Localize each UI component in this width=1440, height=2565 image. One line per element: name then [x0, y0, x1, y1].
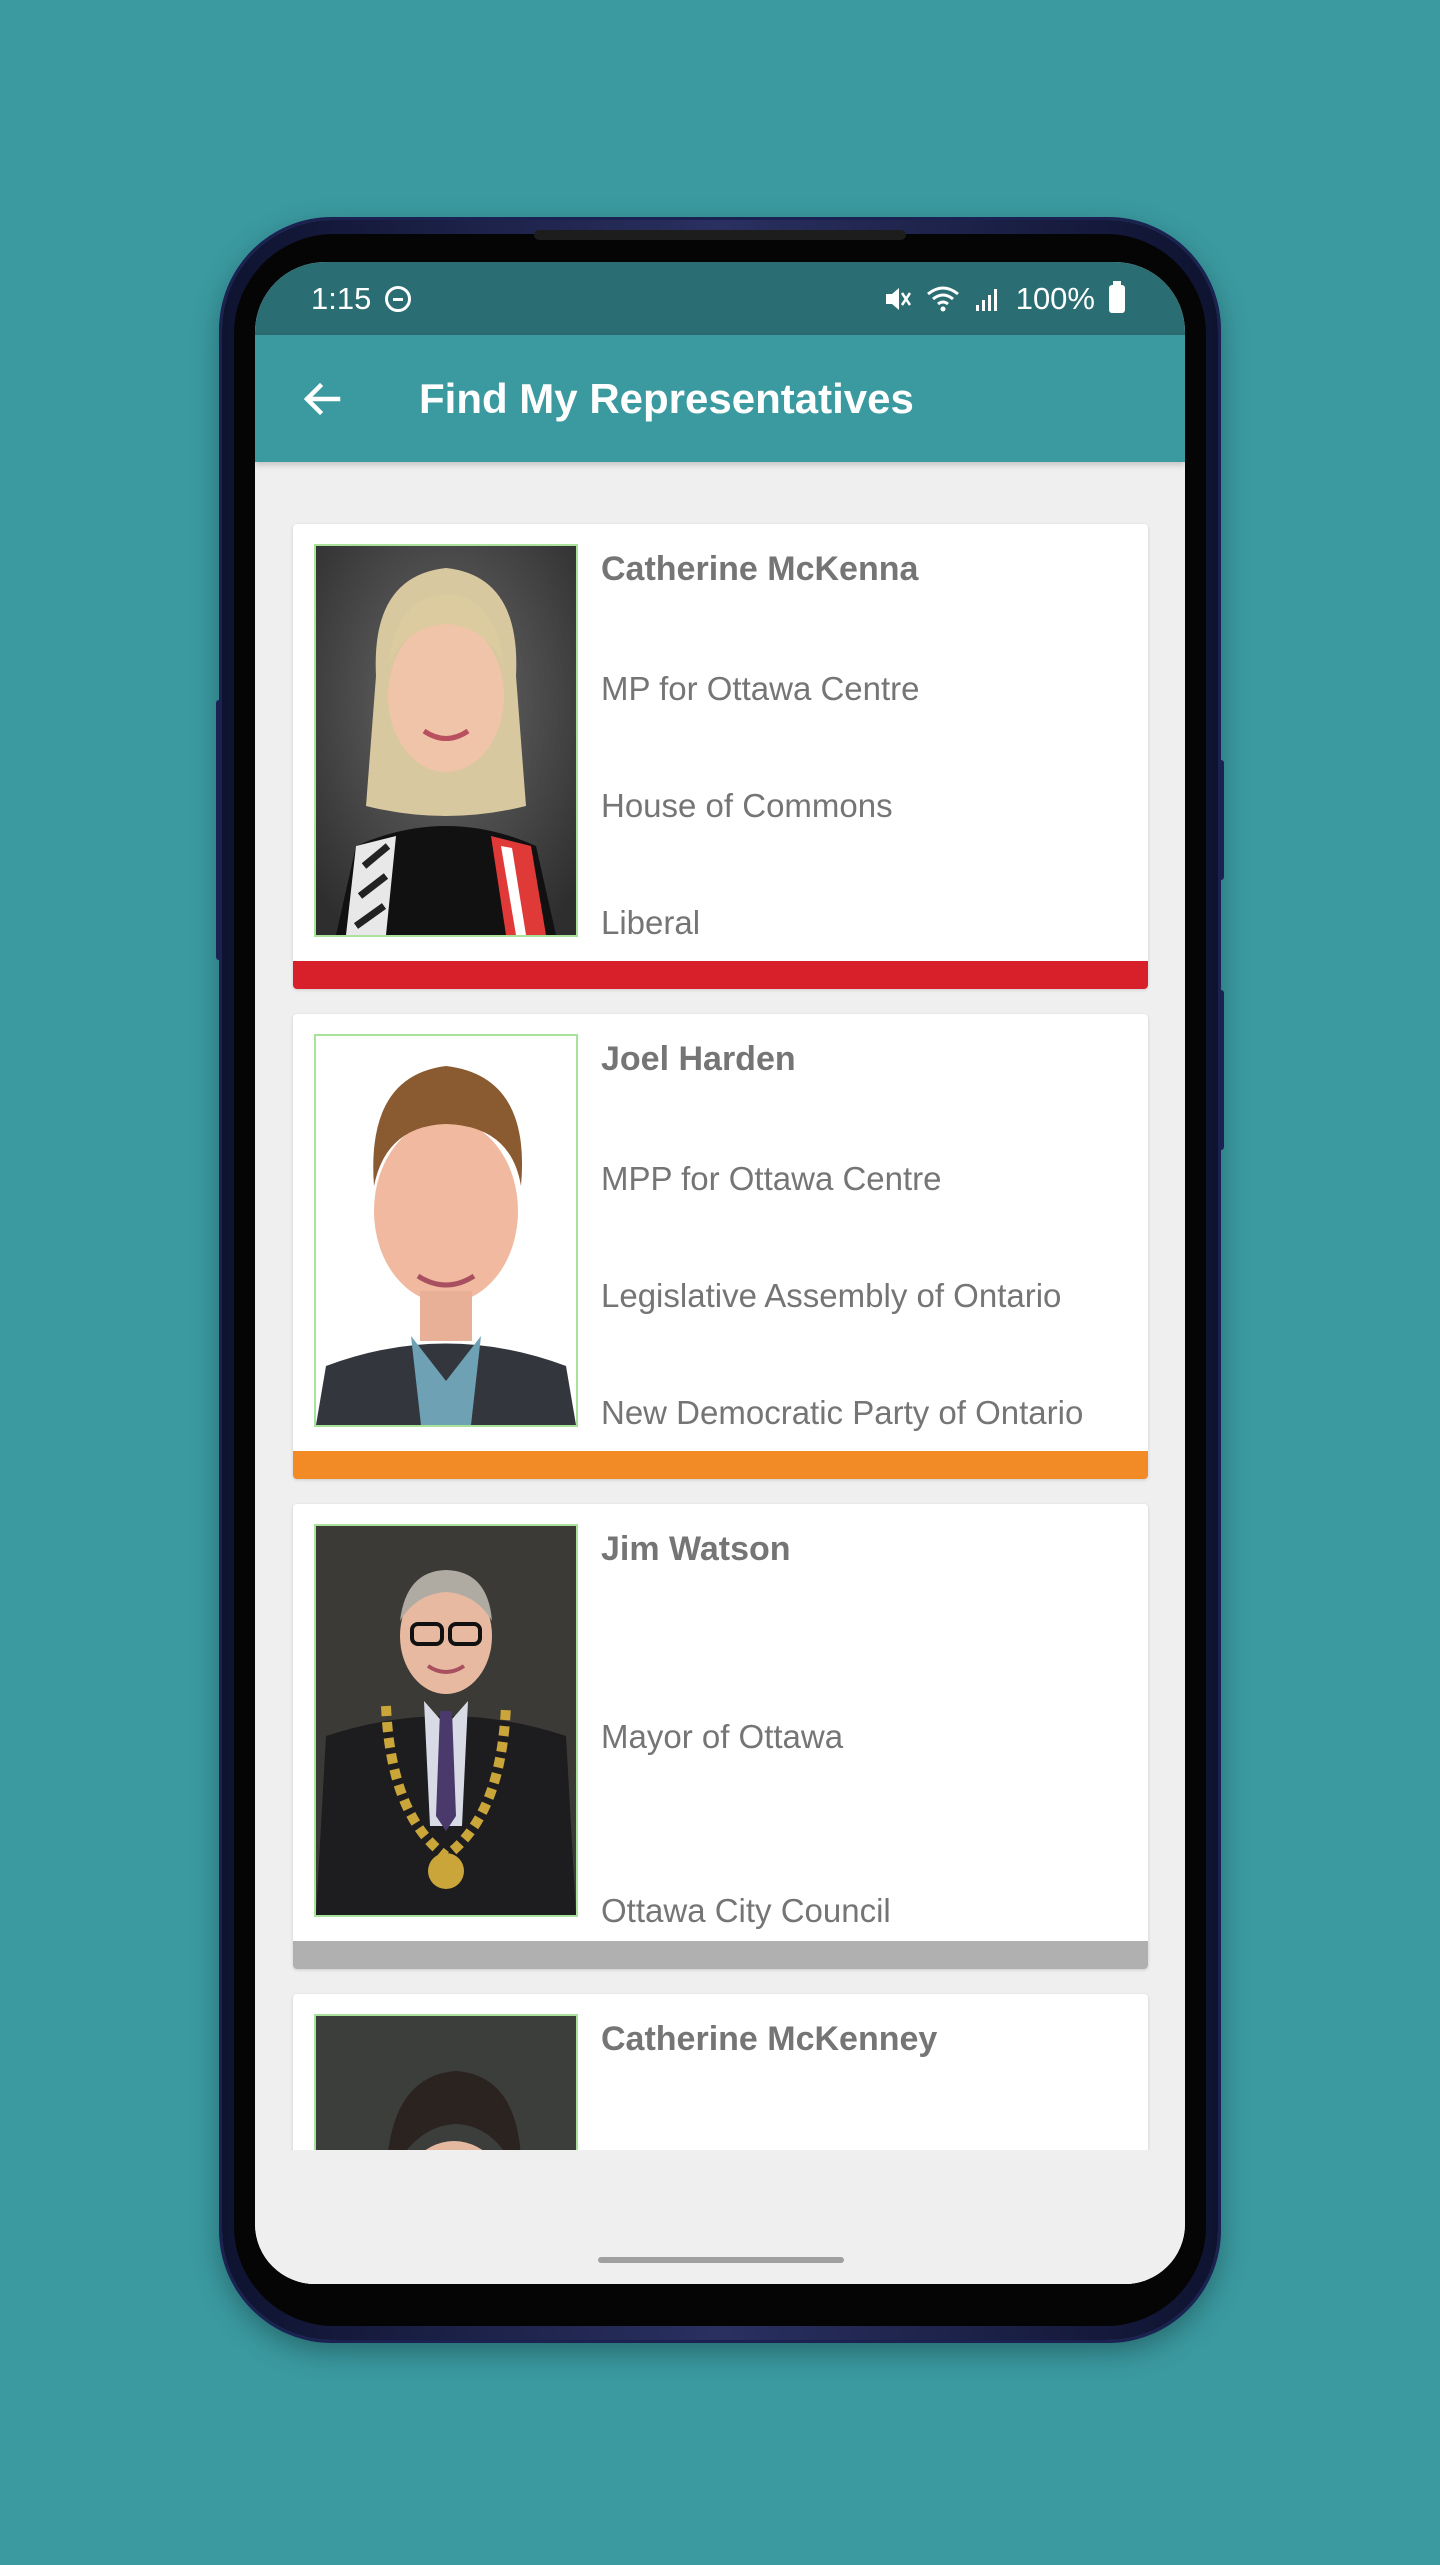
- representative-photo: [314, 1524, 578, 1917]
- representative-info: Jim Watson Mayor of Ottawa Ottawa City C…: [601, 1524, 1138, 1929]
- representative-body: Ottawa City Council: [601, 1892, 891, 1929]
- status-time: 1:15: [311, 280, 372, 316]
- battery-percent: 100%: [1015, 280, 1095, 316]
- power-button: [1218, 760, 1224, 880]
- bixby-button: [1218, 990, 1224, 1150]
- party-color-bar: [293, 1451, 1148, 1479]
- representative-name: Joel Harden: [601, 1040, 796, 1078]
- mute-icon: [885, 287, 911, 310]
- party-color-bar: [293, 1941, 1148, 1969]
- representative-name: Catherine McKenna: [601, 550, 919, 588]
- home-indicator[interactable]: [598, 2257, 844, 2263]
- arrow-left-icon[interactable]: [297, 375, 345, 423]
- representative-info: Joel Harden MPP for Ottawa Centre Legisl…: [601, 1034, 1138, 1434]
- representative-role: MP for Ottawa Centre: [601, 670, 920, 707]
- representative-role: Mayor of Ottawa: [601, 1718, 844, 1755]
- status-right: 100%: [882, 280, 1125, 317]
- representative-card[interactable]: Joel Harden MPP for Ottawa Centre Legisl…: [293, 1014, 1148, 1479]
- representatives-list[interactable]: Catherine McKenna MP for Ottawa Centre H…: [293, 524, 1148, 2284]
- representative-party: New Democratic Party of Ontario: [601, 1394, 1084, 1431]
- phone-speaker: [534, 230, 906, 240]
- status-left: 1:15: [311, 280, 412, 317]
- representative-body: House of Commons: [601, 787, 893, 824]
- representative-card[interactable]: Jim Watson Mayor of Ottawa Ottawa City C…: [293, 1504, 1148, 1969]
- representative-photo: [314, 544, 578, 937]
- app-bar: Find My Representatives: [255, 335, 1185, 462]
- representative-card[interactable]: Catherine McKenna MP for Ottawa Centre H…: [293, 524, 1148, 989]
- party-color-bar: [293, 961, 1148, 989]
- wifi-icon: [926, 286, 959, 311]
- representative-role: MPP for Ottawa Centre: [601, 1160, 942, 1197]
- list-bottom-area: [255, 2150, 1185, 2284]
- representative-body: Legislative Assembly of Ontario: [601, 1277, 1062, 1314]
- do-not-disturb-icon: [385, 285, 412, 312]
- representative-photo: [314, 1034, 578, 1427]
- status-bar: 1:15 100%: [255, 262, 1185, 335]
- representative-party: Liberal: [601, 904, 701, 941]
- volume-button: [216, 700, 222, 960]
- page-title: Find My Representatives: [419, 374, 914, 422]
- signal-icon: [975, 288, 997, 311]
- representative-info: Catherine McKenna MP for Ottawa Centre H…: [601, 544, 1138, 944]
- battery-icon: [1109, 280, 1125, 313]
- representative-name: Jim Watson: [601, 1530, 791, 1568]
- phone-screen: 1:15 100% Find My Representatives Cather…: [255, 262, 1185, 2284]
- representative-name: Catherine McKenney: [601, 2020, 938, 2058]
